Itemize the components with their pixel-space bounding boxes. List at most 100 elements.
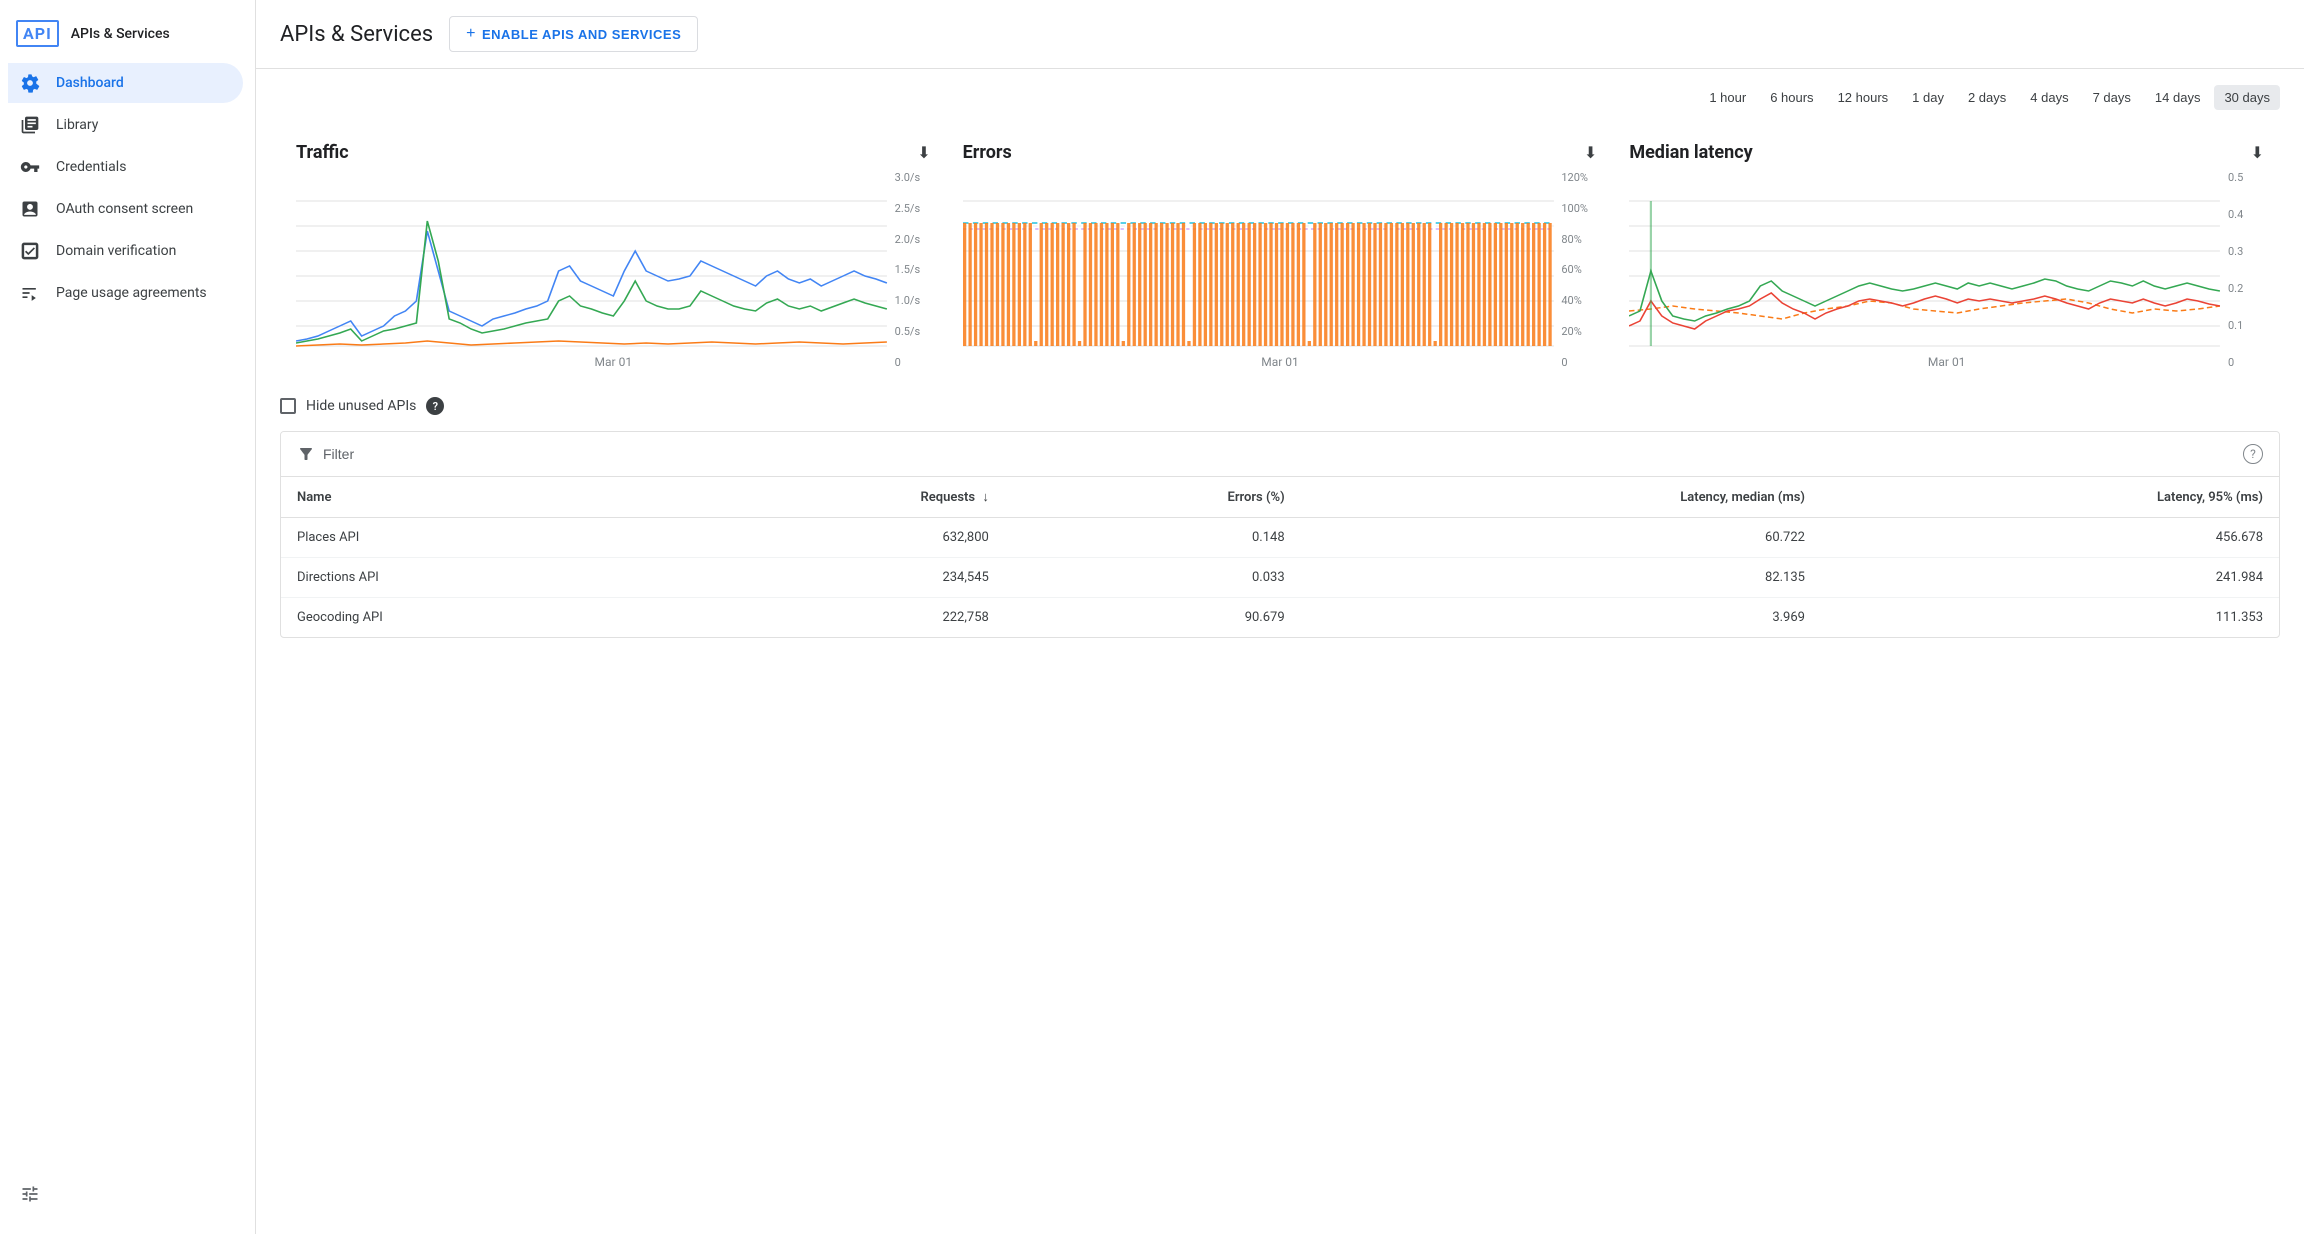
errors-chart-title: Errors [963, 142, 1012, 163]
main-content: APIs & Services + ENABLE APIS AND SERVIC… [256, 0, 2304, 1234]
table-row[interactable]: Directions API 234,545 0.033 82.135 241.… [281, 558, 2279, 598]
hide-unused-apis-section: Hide unused APIs ? [280, 377, 2280, 431]
latency-chart-card: Median latency ⬇ [1613, 126, 2280, 377]
requests-sort-icon: ↓ [982, 490, 989, 505]
col-requests[interactable]: Requests ↓ [672, 477, 1005, 518]
latency-chart-svg [1629, 171, 2264, 351]
latency-chart-header: Median latency ⬇ [1629, 142, 2264, 163]
errors-chart-container [963, 171, 1598, 351]
time-range-selector: 1 hour6 hours12 hours1 day2 days4 days7 … [280, 69, 2280, 118]
api-table-section: Filter ? Name Requests ↓ Er [280, 431, 2280, 638]
oauth-icon [20, 199, 40, 219]
traffic-chart-svg [296, 171, 931, 351]
sidebar-label-page-usage: Page usage agreements [56, 285, 207, 301]
traffic-chart-header: Traffic ⬇ [296, 142, 931, 163]
sidebar-label-library: Library [56, 117, 98, 133]
cell-errors: 90.679 [1005, 598, 1301, 638]
col-latency-95: Latency, 95% (ms) [1821, 477, 2279, 518]
errors-download-icon[interactable]: ⬇ [1584, 143, 1597, 162]
errors-x-label: Mar 01 [963, 355, 1598, 369]
hide-unused-help-icon[interactable]: ? [426, 397, 444, 415]
traffic-chart-inner: Mar 01 [296, 171, 931, 369]
cell-latency-95: 456.678 [1821, 518, 2279, 558]
traffic-chart-wrapper: Mar 01 3.0/s 2.5/s 2.0/s 1.5/s 1.0/s 0.5… [296, 171, 931, 369]
col-errors: Errors (%) [1005, 477, 1301, 518]
hide-unused-label[interactable]: Hide unused APIs [306, 398, 416, 414]
latency-chart-title: Median latency [1629, 142, 1752, 163]
cell-name: Directions API [281, 558, 672, 598]
latency-y-axis: 0.5 0.4 0.3 0.2 0.1 0 [2224, 171, 2264, 369]
sidebar-item-domain[interactable]: Domain verification [8, 231, 243, 271]
time-btn-6-hours[interactable]: 6 hours [1760, 85, 1823, 110]
time-btn-4-days[interactable]: 4 days [2020, 85, 2078, 110]
sidebar-label-dashboard: Dashboard [56, 75, 124, 91]
sidebar-item-oauth[interactable]: OAuth consent screen [8, 189, 243, 229]
errors-y-axis: 120% 100% 80% 60% 40% 20% 0 [1557, 171, 1597, 369]
col-latency-median: Latency, median (ms) [1301, 477, 1821, 518]
latency-download-icon[interactable]: ⬇ [2251, 143, 2264, 162]
cell-requests: 222,758 [672, 598, 1005, 638]
sidebar: API APIs & Services Dashboard [0, 0, 256, 1234]
sidebar-logo: API APIs & Services [0, 12, 255, 63]
cell-requests: 234,545 [672, 558, 1005, 598]
sidebar-item-library[interactable]: Library [8, 105, 243, 145]
time-btn-12-hours[interactable]: 12 hours [1828, 85, 1899, 110]
sidebar-label-oauth: OAuth consent screen [56, 201, 193, 217]
tune-icon [20, 1184, 40, 1208]
sidebar-bottom [0, 1166, 255, 1234]
plus-icon: + [466, 25, 476, 43]
filter-icon [297, 445, 315, 463]
table-help-icon[interactable]: ? [2243, 444, 2263, 464]
sidebar-item-dashboard[interactable]: Dashboard [8, 63, 243, 103]
api-table: Name Requests ↓ Errors (%) Latency, medi… [281, 477, 2279, 637]
page-title: APIs & Services [280, 22, 433, 47]
charts-grid: Traffic ⬇ [280, 126, 2280, 377]
content-area: 1 hour6 hours12 hours1 day2 days4 days7 … [256, 69, 2304, 662]
errors-chart-svg [963, 171, 1598, 351]
domain-icon [20, 241, 40, 261]
table-header-row: Name Requests ↓ Errors (%) Latency, medi… [281, 477, 2279, 518]
filter-label: Filter [323, 446, 354, 462]
library-icon [20, 115, 40, 135]
main-header: APIs & Services + ENABLE APIS AND SERVIC… [256, 0, 2304, 69]
latency-chart-inner: Mar 01 [1629, 171, 2264, 369]
traffic-y-axis: 3.0/s 2.5/s 2.0/s 1.5/s 1.0/s 0.5/s 0 [891, 171, 931, 369]
time-btn-1-hour[interactable]: 1 hour [1699, 85, 1756, 110]
traffic-x-label: Mar 01 [296, 355, 931, 369]
filter-button[interactable]: Filter [297, 445, 354, 463]
sidebar-bottom-item[interactable] [8, 1174, 247, 1218]
errors-chart-wrapper: Mar 01 120% 100% 80% 60% 40% 20% 0 [963, 171, 1598, 369]
sidebar-item-page-usage[interactable]: Page usage agreements [8, 273, 243, 313]
latency-chart-container [1629, 171, 2264, 351]
table-row[interactable]: Places API 632,800 0.148 60.722 456.678 [281, 518, 2279, 558]
api-logo-icon: API [16, 20, 59, 47]
time-btn-30-days[interactable]: 30 days [2214, 85, 2280, 110]
traffic-download-icon[interactable]: ⬇ [917, 143, 930, 162]
traffic-chart-card: Traffic ⬇ [280, 126, 947, 377]
page-usage-icon [20, 283, 40, 303]
time-btn-7-days[interactable]: 7 days [2083, 85, 2141, 110]
cell-latency-95: 241.984 [1821, 558, 2279, 598]
latency-chart-wrapper: Mar 01 0.5 0.4 0.3 0.2 0.1 0 [1629, 171, 2264, 369]
table-row[interactable]: Geocoding API 222,758 90.679 3.969 111.3… [281, 598, 2279, 638]
time-btn-14-days[interactable]: 14 days [2145, 85, 2211, 110]
latency-x-label: Mar 01 [1629, 355, 2264, 369]
dashboard-icon [20, 73, 40, 93]
errors-chart-header: Errors ⬇ [963, 142, 1598, 163]
traffic-chart-title: Traffic [296, 142, 349, 163]
hide-unused-checkbox[interactable] [280, 398, 296, 414]
col-name[interactable]: Name [281, 477, 672, 518]
sidebar-label-credentials: Credentials [56, 159, 126, 175]
sidebar-item-credentials[interactable]: Credentials [8, 147, 243, 187]
traffic-chart-container [296, 171, 931, 351]
sidebar-label-domain: Domain verification [56, 243, 176, 259]
table-toolbar: Filter ? [281, 432, 2279, 477]
enable-apis-button[interactable]: + ENABLE APIS AND SERVICES [449, 16, 698, 52]
errors-chart-card: Errors ⬇ [947, 126, 1614, 377]
errors-chart-inner: Mar 01 [963, 171, 1598, 369]
time-btn-2-days[interactable]: 2 days [1958, 85, 2016, 110]
time-btn-1-day[interactable]: 1 day [1902, 85, 1954, 110]
enable-btn-label: ENABLE APIS AND SERVICES [482, 27, 681, 42]
cell-latency-median: 82.135 [1301, 558, 1821, 598]
cell-latency-median: 60.722 [1301, 518, 1821, 558]
